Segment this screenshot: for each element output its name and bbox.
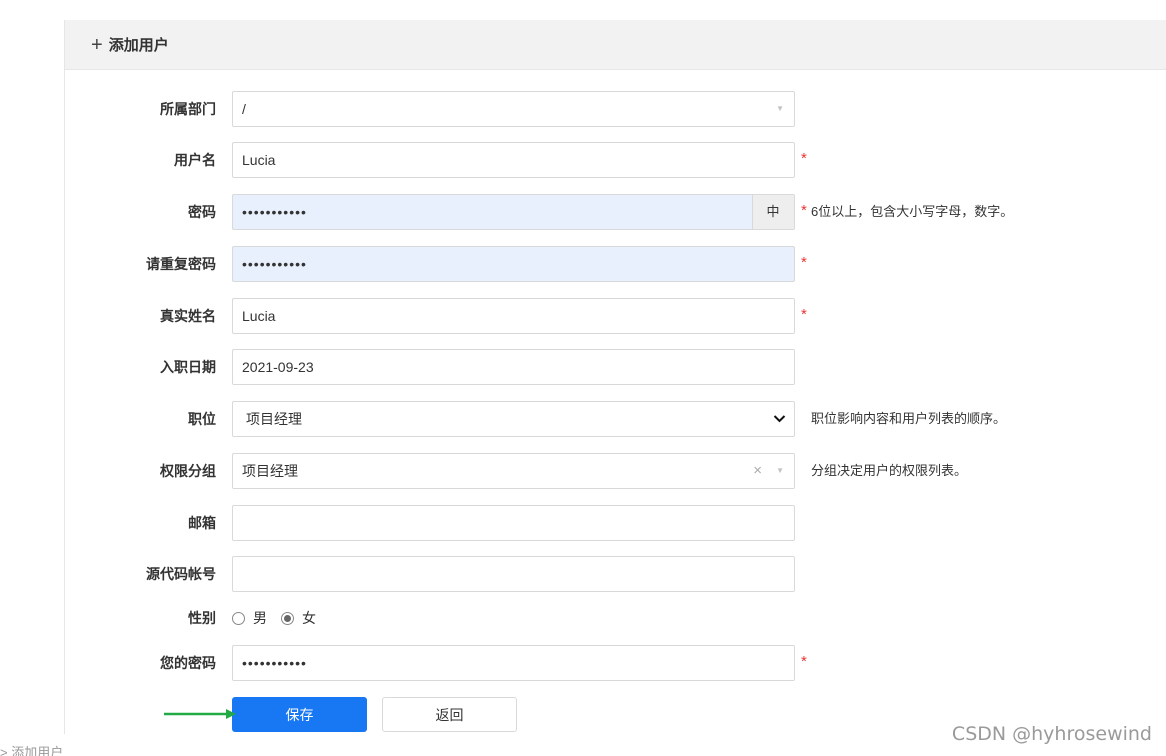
gender-radio-female[interactable] <box>281 611 294 625</box>
role-select[interactable]: 项目经理 <box>232 401 795 437</box>
commiter-label: 源代码帐号 <box>146 566 216 582</box>
breadcrumb: > 添加用户 <box>0 745 64 756</box>
group-label: 权限分组 <box>160 463 216 479</box>
required-mark: * <box>801 306 807 323</box>
department-value: / <box>242 101 246 117</box>
row-password-confirm: 请重复密码 ••••••••••• * <box>65 246 1165 282</box>
required-mark: * <box>801 254 807 271</box>
realname-input[interactable]: Lucia <box>232 298 795 334</box>
password-confirm-value: ••••••••••• <box>242 256 307 272</box>
row-realname: 真实姓名 Lucia * <box>65 298 1165 334</box>
save-button[interactable]: 保存 <box>232 697 367 732</box>
caret-down-icon: ▼ <box>776 466 784 475</box>
commiter-input[interactable] <box>232 556 795 592</box>
gender-radio-male[interactable] <box>232 611 245 625</box>
row-password: 密码 ••••••••••• 中 * 6位以上，包含大小写字母，数字。 <box>65 194 1165 230</box>
username-input[interactable]: Lucia <box>232 142 795 178</box>
row-join-date: 入职日期 2021-09-23 <box>65 349 1165 385</box>
password-confirm-label: 请重复密码 <box>146 256 216 272</box>
username-value: Lucia <box>242 152 276 168</box>
plus-icon: + <box>91 33 103 56</box>
panel-title: 添加用户 <box>108 37 169 54</box>
department-select[interactable]: / ▼ <box>232 91 795 127</box>
row-verify-password: 您的密码 ••••••••••• * <box>65 645 1165 681</box>
required-mark: * <box>801 150 807 167</box>
join-date-input[interactable]: 2021-09-23 <box>232 349 795 385</box>
realname-label: 真实姓名 <box>160 308 216 324</box>
verify-password-label: 您的密码 <box>160 655 216 671</box>
role-value: 项目经理 <box>246 411 302 427</box>
group-value: 项目经理 <box>242 463 298 479</box>
row-username: 用户名 Lucia * <box>65 142 1165 178</box>
panel-header: + 添加用户 <box>65 20 1166 70</box>
join-date-label: 入职日期 <box>160 359 216 375</box>
row-group: 权限分组 项目经理 × ▼ 分组决定用户的权限列表。 <box>65 453 1165 489</box>
email-input[interactable] <box>232 505 795 541</box>
verify-password-value: ••••••••••• <box>242 655 307 671</box>
back-button[interactable]: 返回 <box>382 697 517 732</box>
group-select[interactable]: 项目经理 × ▼ <box>232 453 795 489</box>
password-input[interactable]: ••••••••••• 中 <box>232 194 795 230</box>
group-hint: 分组决定用户的权限列表。 <box>811 463 968 478</box>
role-hint: 职位影响内容和用户列表的顺序。 <box>811 411 1007 426</box>
realname-value: Lucia <box>242 308 276 324</box>
required-mark: * <box>801 653 807 670</box>
green-arrow-icon <box>164 709 236 719</box>
row-role: 职位 项目经理 职位影响内容和用户列表的顺序。 <box>65 401 1165 437</box>
department-label: 所属部门 <box>160 101 216 117</box>
required-mark: * <box>801 202 807 219</box>
username-label: 用户名 <box>174 152 216 168</box>
row-commiter: 源代码帐号 <box>65 556 1165 592</box>
role-label: 职位 <box>188 411 216 427</box>
join-date-value: 2021-09-23 <box>242 359 314 375</box>
password-hint: 6位以上，包含大小写字母，数字。 <box>811 204 1014 219</box>
gender-label: 性别 <box>188 610 216 626</box>
gender-option-female[interactable]: 女 <box>302 608 316 628</box>
watermark: CSDN @hyhrosewind <box>951 723 1152 745</box>
row-gender: 性别 男 女 <box>65 600 1165 636</box>
gender-option-male[interactable]: 男 <box>253 608 267 628</box>
email-label: 邮箱 <box>188 515 216 531</box>
gender-radio-group: 男 女 <box>232 600 330 636</box>
chevron-down-icon <box>773 402 786 448</box>
password-value: ••••••••••• <box>242 204 307 220</box>
password-strength-addon: 中 <box>752 195 794 229</box>
row-department: 所属部门 / ▼ <box>65 91 1165 127</box>
row-email: 邮箱 <box>65 505 1165 541</box>
password-label: 密码 <box>188 204 216 220</box>
password-confirm-input[interactable]: ••••••••••• <box>232 246 795 282</box>
clear-icon[interactable]: × <box>753 454 762 488</box>
verify-password-input[interactable]: ••••••••••• <box>232 645 795 681</box>
caret-down-icon: ▼ <box>776 104 784 113</box>
add-user-panel: + 添加用户 所属部门 / ▼ 用户名 Lucia * 密码 •••••••••… <box>64 20 1166 734</box>
